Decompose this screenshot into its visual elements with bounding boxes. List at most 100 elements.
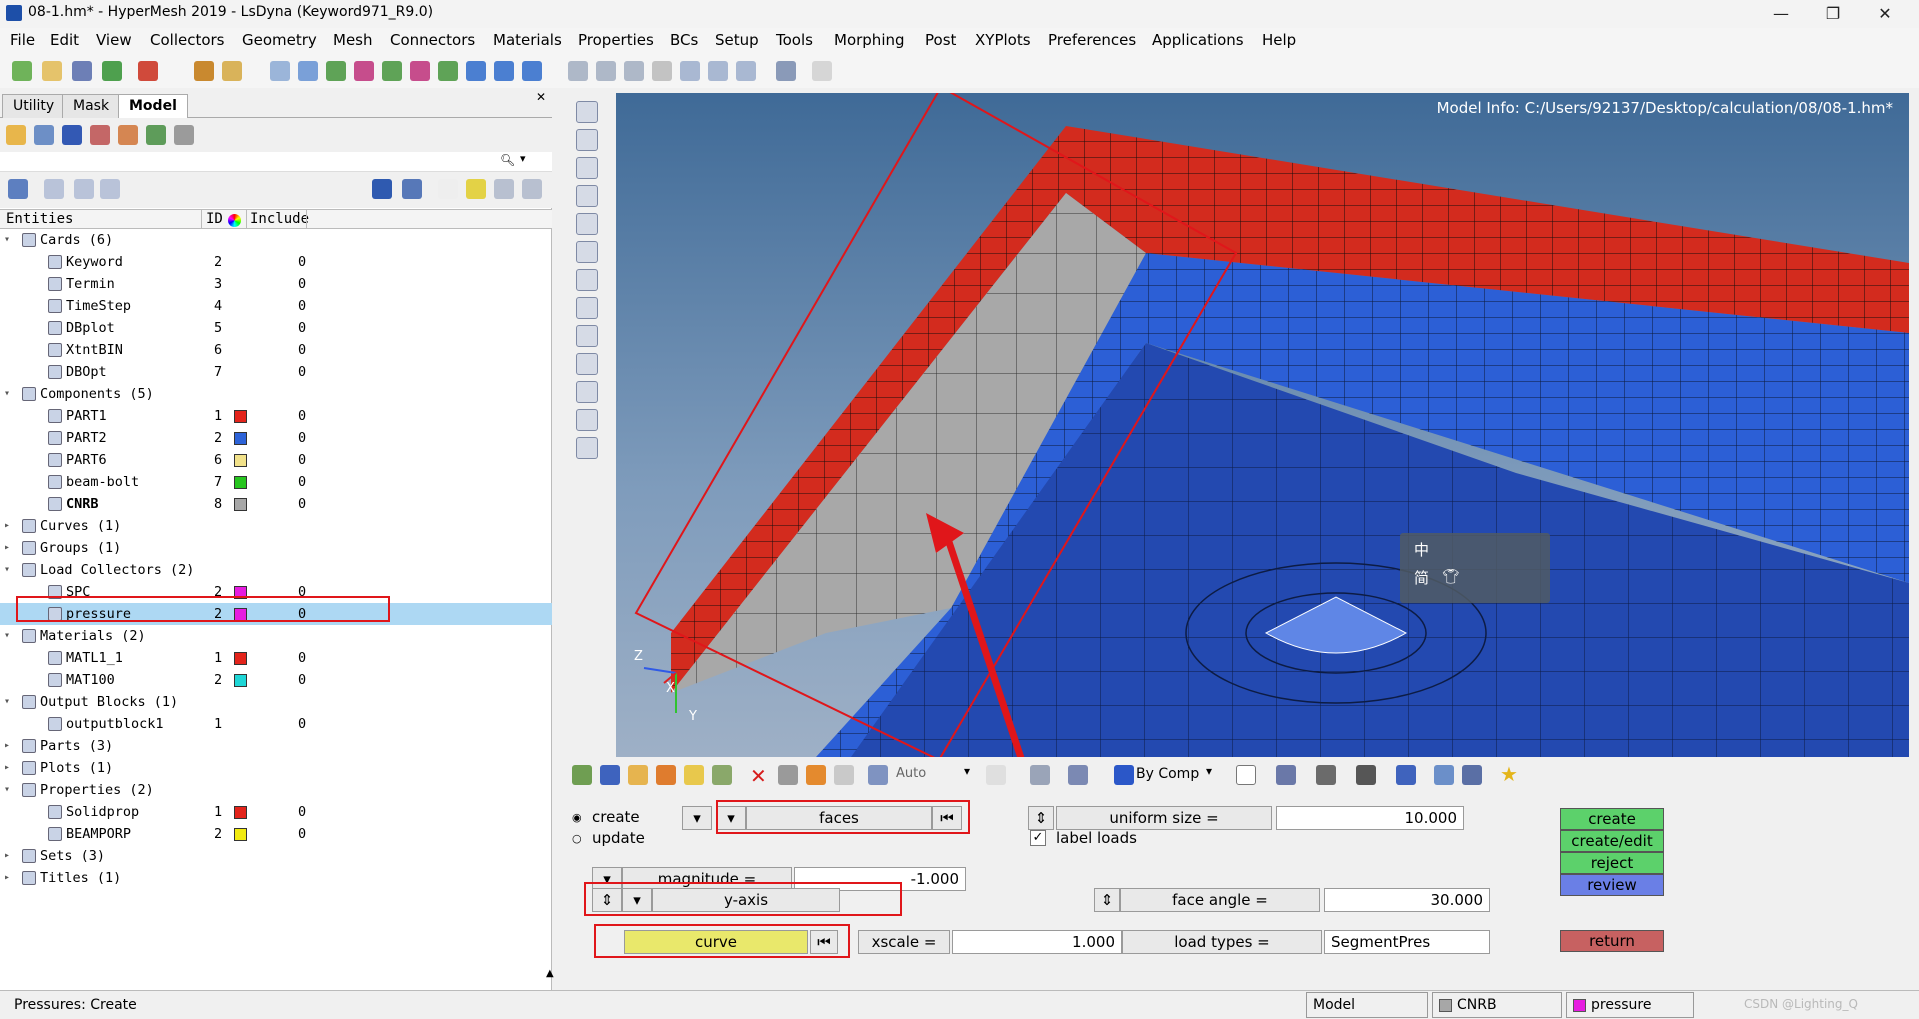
resize-grip-icon[interactable]: ▲ [546,968,554,979]
show-id-icon[interactable] [494,179,514,199]
display-elements-icon[interactable] [600,765,620,785]
zoom-icon[interactable] [270,61,290,81]
face-angle-input[interactable]: 30.000 [1324,888,1490,912]
tree-item[interactable]: BEAMPORP 2 0 [0,823,552,845]
menu-properties[interactable]: Properties [578,31,654,49]
part-view-icon[interactable] [100,179,120,199]
tree-item[interactable]: TimeStep 4 0 [0,295,552,317]
tree-item[interactable]: outputblock1 1 0 [0,713,552,735]
tree-folder[interactable]: ▾ Materials (2) [0,625,552,647]
transform-icon[interactable] [576,409,598,431]
tree-item[interactable]: PART1 1 0 [0,405,552,427]
xz-view-icon[interactable] [354,61,374,81]
tree-folder[interactable]: ▾ Components (5) [0,383,552,405]
menu-file[interactable]: File [10,31,35,49]
zoom-window-icon[interactable] [568,61,588,81]
menu-collectors[interactable]: Collectors [150,31,225,49]
numbering-icon[interactable] [522,179,542,199]
undo-icon[interactable] [776,61,796,81]
find-attached-icon[interactable] [834,765,854,785]
tree-folder[interactable]: ▸ Plots (1) [0,757,552,779]
center-icon[interactable] [624,61,644,81]
export-icon[interactable] [138,61,158,81]
color-swatch[interactable] [234,476,247,489]
wireframe-icon[interactable] [1236,765,1256,785]
tree-item[interactable]: MATL1_1 1 0 [0,647,552,669]
color-swatch[interactable] [234,498,247,511]
menu-help[interactable]: Help [1262,31,1296,49]
header-entities[interactable]: Entities [6,211,73,227]
hidden-line-icon[interactable] [1434,765,1454,785]
mesh-display-icon[interactable] [576,129,598,151]
xscale-input[interactable]: 1.000 [952,930,1122,954]
display-systems-icon[interactable] [656,765,676,785]
menu-preferences[interactable]: Preferences [1048,31,1136,49]
label-icon[interactable] [576,381,598,403]
expand-toggle-icon[interactable]: ▸ [4,735,14,757]
tree-item[interactable]: XtntBIN 6 0 [0,339,552,361]
review-button[interactable]: review [1560,874,1664,896]
tree-item[interactable]: Termin 3 0 [0,273,552,295]
element-display-icon[interactable] [1396,765,1416,785]
tree-item[interactable]: PART2 2 0 [0,427,552,449]
menu-mesh[interactable]: Mesh [333,31,373,49]
radio-create[interactable]: ◉ [572,811,582,824]
display-loads-icon[interactable] [628,765,648,785]
mode-dropdown-icon[interactable] [868,765,888,785]
measure-icon[interactable] [576,325,598,347]
tree-item[interactable]: beam-bolt 7 0 [0,471,552,493]
color-swatch[interactable] [234,674,247,687]
reverse-icon[interactable] [118,125,138,145]
highlight-icon[interactable] [466,179,486,199]
tree-folder[interactable]: ▸ Titles (1) [0,867,552,889]
color-swatch[interactable] [234,410,247,423]
component-view-icon[interactable] [8,179,28,199]
text-icon[interactable] [576,353,598,375]
by-comp-select[interactable]: By Comp [1136,766,1199,782]
iso-view-icon[interactable] [438,61,458,81]
yz-view-icon[interactable] [382,61,402,81]
tree-item[interactable]: PART6 6 0 [0,449,552,471]
element-icon[interactable] [576,213,598,235]
view-mode-icon[interactable] [372,179,392,199]
expand-toggle-icon[interactable]: ▾ [4,691,14,713]
spin-icon[interactable] [736,61,756,81]
color-swatch[interactable] [234,828,247,841]
tree-item[interactable]: MAT100 2 0 [0,669,552,691]
show-icon[interactable] [62,125,82,145]
solid-display-icon[interactable] [1068,765,1088,785]
menu-edit[interactable]: Edit [50,31,79,49]
open-model-icon[interactable] [42,61,62,81]
new-model-icon[interactable] [12,61,32,81]
ime-skin-icon[interactable]: 👕︎ [1442,569,1460,585]
tree-folder[interactable]: ▸ Groups (1) [0,537,552,559]
menu-tools[interactable]: Tools [776,31,813,49]
id-icon[interactable] [576,297,598,319]
maximize-button[interactable]: ❐ [1810,0,1856,28]
tree-folder[interactable]: ▾ Output Blocks (1) [0,691,552,713]
menu-applications[interactable]: Applications [1152,31,1244,49]
panel-icon[interactable] [576,157,598,179]
create-edit-button[interactable]: create/edit [1560,830,1664,852]
pan-horizontal-icon[interactable] [680,61,700,81]
color-swatch[interactable] [234,806,247,819]
expand-toggle-icon[interactable]: ▾ [4,383,14,405]
display-groups-icon[interactable] [712,765,732,785]
cursor-icon[interactable] [438,179,458,199]
frame-icon[interactable] [576,437,598,459]
isolate-icon[interactable] [34,125,54,145]
link-icon[interactable] [576,269,598,291]
pan-vertical-icon[interactable] [708,61,728,81]
globe-icon[interactable] [576,241,598,263]
reject-button[interactable]: reject [1560,852,1664,874]
element-shrink-icon[interactable] [1276,765,1296,785]
search-icon[interactable]: 🔍︎ [500,153,515,167]
trackball-icon[interactable] [522,61,542,81]
graphics-viewport[interactable]: Model Info: C:/Users/92137/Desktop/calcu… [616,93,1909,757]
expand-toggle-icon[interactable]: ▾ [4,625,14,647]
include-view-icon[interactable] [74,179,94,199]
rotate-view-icon[interactable] [494,61,514,81]
menu-materials[interactable]: Materials [493,31,562,49]
color-by-icon[interactable] [1114,765,1134,785]
mask-icon[interactable] [778,765,798,785]
